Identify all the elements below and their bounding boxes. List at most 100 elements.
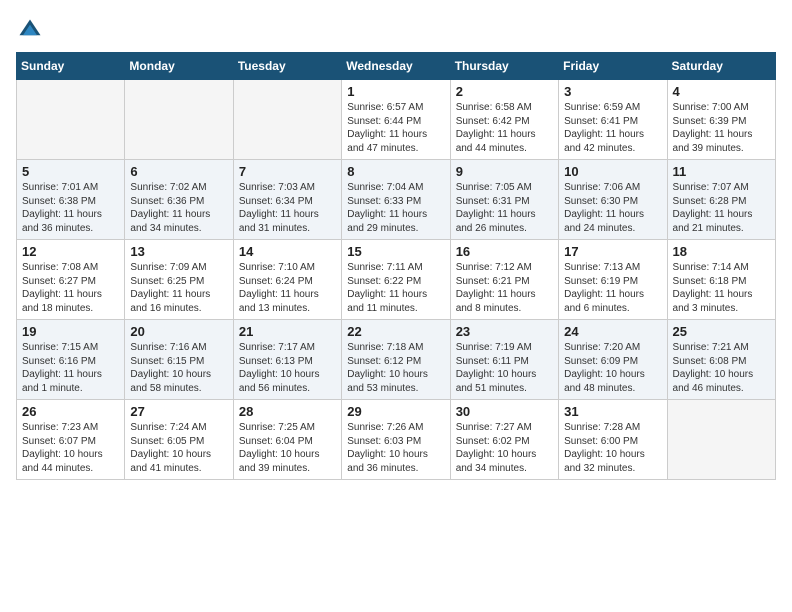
day-number: 18 bbox=[673, 244, 770, 259]
day-info: Sunrise: 7:13 AM Sunset: 6:19 PM Dayligh… bbox=[564, 261, 661, 315]
day-number: 22 bbox=[347, 324, 444, 339]
logo bbox=[16, 16, 48, 44]
calendar-cell: 21 Sunrise: 7:17 AM Sunset: 6:13 PM Dayli… bbox=[233, 320, 341, 400]
day-number: 11 bbox=[673, 164, 770, 179]
day-info: Sunrise: 7:12 AM Sunset: 6:21 PM Dayligh… bbox=[456, 261, 553, 315]
day-info: Sunrise: 7:04 AM Sunset: 6:33 PM Dayligh… bbox=[347, 181, 444, 235]
calendar-header-monday: Monday bbox=[125, 53, 233, 80]
day-number: 25 bbox=[673, 324, 770, 339]
calendar-cell: 27 Sunrise: 7:24 AM Sunset: 6:05 PM Dayli… bbox=[125, 400, 233, 480]
calendar-cell: 14Sunrise: 7:10 AM Sunset: 6:24 PM Dayli… bbox=[233, 240, 341, 320]
calendar-cell: 7 Sunrise: 7:03 AM Sunset: 6:34 PM Daylig… bbox=[233, 160, 341, 240]
calendar-cell: 31Sunrise: 7:28 AM Sunset: 6:00 PM Dayli… bbox=[559, 400, 667, 480]
day-number: 1 bbox=[347, 84, 444, 99]
calendar-cell bbox=[667, 400, 775, 480]
calendar-cell: 22 Sunrise: 7:18 AM Sunset: 6:12 PM Dayli… bbox=[342, 320, 450, 400]
day-info: Sunrise: 6:58 AM Sunset: 6:42 PM Dayligh… bbox=[456, 101, 553, 155]
calendar-header-wednesday: Wednesday bbox=[342, 53, 450, 80]
day-number: 24 bbox=[564, 324, 661, 339]
day-number: 26 bbox=[22, 404, 119, 419]
calendar-week-row: 5Sunrise: 7:01 AM Sunset: 6:38 PM Daylig… bbox=[17, 160, 776, 240]
day-number: 6 bbox=[130, 164, 227, 179]
day-number: 28 bbox=[239, 404, 336, 419]
calendar-cell bbox=[233, 80, 341, 160]
calendar-header-tuesday: Tuesday bbox=[233, 53, 341, 80]
day-info: Sunrise: 7:19 AM Sunset: 6:11 PM Dayligh… bbox=[456, 341, 553, 395]
logo-icon bbox=[16, 16, 44, 44]
day-number: 10 bbox=[564, 164, 661, 179]
calendar-cell: 15Sunrise: 7:11 AM Sunset: 6:22 PM Dayli… bbox=[342, 240, 450, 320]
calendar-cell: 8 Sunrise: 7:04 AM Sunset: 6:33 PM Daylig… bbox=[342, 160, 450, 240]
calendar-cell bbox=[125, 80, 233, 160]
calendar-cell: 9 Sunrise: 7:05 AM Sunset: 6:31 PM Daylig… bbox=[450, 160, 558, 240]
day-info: Sunrise: 7:03 AM Sunset: 6:34 PM Dayligh… bbox=[239, 181, 336, 235]
calendar-header-saturday: Saturday bbox=[667, 53, 775, 80]
calendar-cell bbox=[17, 80, 125, 160]
day-number: 17 bbox=[564, 244, 661, 259]
calendar-cell: 25 Sunrise: 7:21 AM Sunset: 6:08 PM Dayli… bbox=[667, 320, 775, 400]
calendar-cell: 17 Sunrise: 7:13 AM Sunset: 6:19 PM Dayli… bbox=[559, 240, 667, 320]
calendar-cell: 1 Sunrise: 6:57 AM Sunset: 6:44 PM Daylig… bbox=[342, 80, 450, 160]
day-info: Sunrise: 7:01 AM Sunset: 6:38 PM Dayligh… bbox=[22, 181, 119, 235]
calendar-week-row: 26 Sunrise: 7:23 AM Sunset: 6:07 PM Dayli… bbox=[17, 400, 776, 480]
day-number: 15 bbox=[347, 244, 444, 259]
calendar-header-sunday: Sunday bbox=[17, 53, 125, 80]
day-info: Sunrise: 7:20 AM Sunset: 6:09 PM Dayligh… bbox=[564, 341, 661, 395]
day-number: 13 bbox=[130, 244, 227, 259]
day-info: Sunrise: 6:57 AM Sunset: 6:44 PM Dayligh… bbox=[347, 101, 444, 155]
page-header bbox=[16, 16, 776, 44]
day-info: Sunrise: 7:17 AM Sunset: 6:13 PM Dayligh… bbox=[239, 341, 336, 395]
day-number: 3 bbox=[564, 84, 661, 99]
calendar-week-row: 19Sunrise: 7:15 AM Sunset: 6:16 PM Dayli… bbox=[17, 320, 776, 400]
day-number: 4 bbox=[673, 84, 770, 99]
calendar-cell: 2Sunrise: 6:58 AM Sunset: 6:42 PM Daylig… bbox=[450, 80, 558, 160]
calendar-cell: 11 Sunrise: 7:07 AM Sunset: 6:28 PM Dayli… bbox=[667, 160, 775, 240]
day-info: Sunrise: 7:07 AM Sunset: 6:28 PM Dayligh… bbox=[673, 181, 770, 235]
calendar-cell: 6Sunrise: 7:02 AM Sunset: 6:36 PM Daylig… bbox=[125, 160, 233, 240]
calendar-header-row: SundayMondayTuesdayWednesdayThursdayFrid… bbox=[17, 53, 776, 80]
day-number: 27 bbox=[130, 404, 227, 419]
calendar-table: SundayMondayTuesdayWednesdayThursdayFrid… bbox=[16, 52, 776, 480]
day-number: 12 bbox=[22, 244, 119, 259]
day-info: Sunrise: 7:24 AM Sunset: 6:05 PM Dayligh… bbox=[130, 421, 227, 475]
day-info: Sunrise: 7:25 AM Sunset: 6:04 PM Dayligh… bbox=[239, 421, 336, 475]
calendar-cell: 13 Sunrise: 7:09 AM Sunset: 6:25 PM Dayli… bbox=[125, 240, 233, 320]
day-number: 20 bbox=[130, 324, 227, 339]
day-number: 8 bbox=[347, 164, 444, 179]
day-info: Sunrise: 7:21 AM Sunset: 6:08 PM Dayligh… bbox=[673, 341, 770, 395]
calendar-header-friday: Friday bbox=[559, 53, 667, 80]
calendar-cell: 5Sunrise: 7:01 AM Sunset: 6:38 PM Daylig… bbox=[17, 160, 125, 240]
day-info: Sunrise: 7:18 AM Sunset: 6:12 PM Dayligh… bbox=[347, 341, 444, 395]
calendar-cell: 26 Sunrise: 7:23 AM Sunset: 6:07 PM Dayli… bbox=[17, 400, 125, 480]
day-info: Sunrise: 7:00 AM Sunset: 6:39 PM Dayligh… bbox=[673, 101, 770, 155]
calendar-week-row: 12 Sunrise: 7:08 AM Sunset: 6:27 PM Dayli… bbox=[17, 240, 776, 320]
day-info: Sunrise: 7:09 AM Sunset: 6:25 PM Dayligh… bbox=[130, 261, 227, 315]
calendar-cell: 4 Sunrise: 7:00 AM Sunset: 6:39 PM Daylig… bbox=[667, 80, 775, 160]
day-info: Sunrise: 7:28 AM Sunset: 6:00 PM Dayligh… bbox=[564, 421, 661, 475]
day-info: Sunrise: 7:14 AM Sunset: 6:18 PM Dayligh… bbox=[673, 261, 770, 315]
day-info: Sunrise: 7:23 AM Sunset: 6:07 PM Dayligh… bbox=[22, 421, 119, 475]
day-number: 21 bbox=[239, 324, 336, 339]
calendar-cell: 18 Sunrise: 7:14 AM Sunset: 6:18 PM Dayli… bbox=[667, 240, 775, 320]
calendar-cell: 16Sunrise: 7:12 AM Sunset: 6:21 PM Dayli… bbox=[450, 240, 558, 320]
day-number: 30 bbox=[456, 404, 553, 419]
calendar-cell: 20Sunrise: 7:16 AM Sunset: 6:15 PM Dayli… bbox=[125, 320, 233, 400]
day-info: Sunrise: 7:08 AM Sunset: 6:27 PM Dayligh… bbox=[22, 261, 119, 315]
day-info: Sunrise: 6:59 AM Sunset: 6:41 PM Dayligh… bbox=[564, 101, 661, 155]
calendar-cell: 10Sunrise: 7:06 AM Sunset: 6:30 PM Dayli… bbox=[559, 160, 667, 240]
calendar-week-row: 1 Sunrise: 6:57 AM Sunset: 6:44 PM Daylig… bbox=[17, 80, 776, 160]
calendar-cell: 28 Sunrise: 7:25 AM Sunset: 6:04 PM Dayli… bbox=[233, 400, 341, 480]
day-info: Sunrise: 7:10 AM Sunset: 6:24 PM Dayligh… bbox=[239, 261, 336, 315]
calendar-cell: 19Sunrise: 7:15 AM Sunset: 6:16 PM Dayli… bbox=[17, 320, 125, 400]
day-info: Sunrise: 7:26 AM Sunset: 6:03 PM Dayligh… bbox=[347, 421, 444, 475]
calendar-cell: 30Sunrise: 7:27 AM Sunset: 6:02 PM Dayli… bbox=[450, 400, 558, 480]
day-number: 9 bbox=[456, 164, 553, 179]
day-info: Sunrise: 7:05 AM Sunset: 6:31 PM Dayligh… bbox=[456, 181, 553, 235]
calendar-header-thursday: Thursday bbox=[450, 53, 558, 80]
day-info: Sunrise: 7:15 AM Sunset: 6:16 PM Dayligh… bbox=[22, 341, 119, 395]
calendar-cell: 24 Sunrise: 7:20 AM Sunset: 6:09 PM Dayli… bbox=[559, 320, 667, 400]
calendar-cell: 12 Sunrise: 7:08 AM Sunset: 6:27 PM Dayli… bbox=[17, 240, 125, 320]
day-number: 7 bbox=[239, 164, 336, 179]
calendar-cell: 23 Sunrise: 7:19 AM Sunset: 6:11 PM Dayli… bbox=[450, 320, 558, 400]
day-number: 23 bbox=[456, 324, 553, 339]
